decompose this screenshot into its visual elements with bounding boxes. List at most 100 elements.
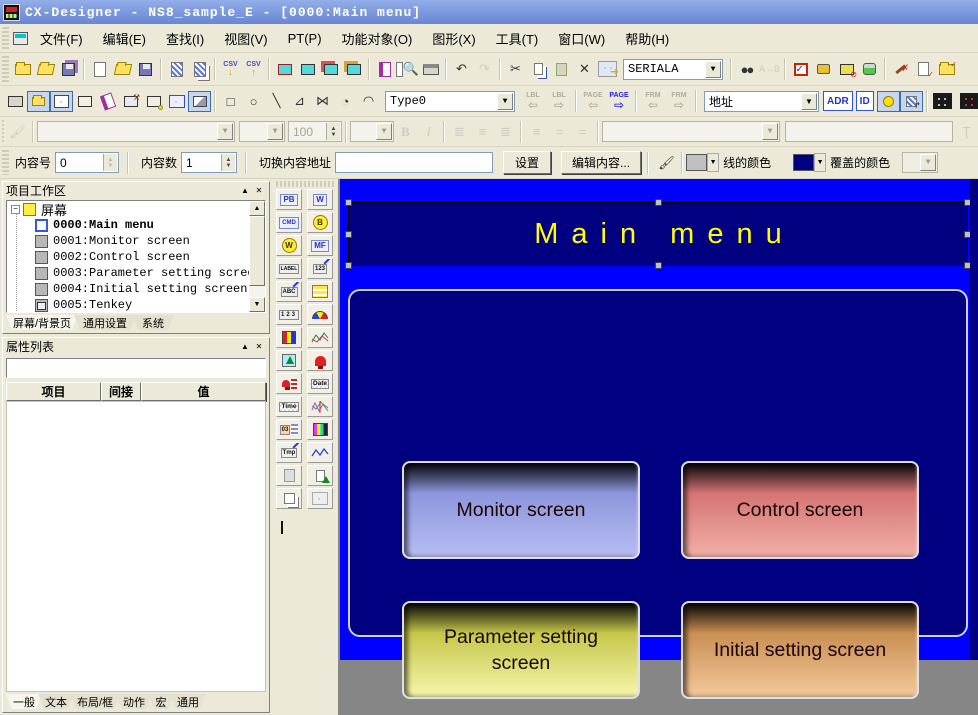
color-brush-icon[interactable]: 🖌 (655, 152, 678, 173)
alarm-display-icon[interactable] (307, 350, 333, 371)
align-left-icon[interactable]: ≣ (448, 121, 471, 142)
zoom-spinner[interactable]: 100▲▼ (288, 121, 342, 142)
menubar-grip[interactable] (2, 27, 9, 49)
copy-icon[interactable] (527, 59, 550, 80)
format-brush-icon[interactable]: 🖌 (6, 121, 29, 142)
font-color-combo[interactable]: ▼ (350, 121, 394, 142)
cut-icon[interactable]: ✂ (504, 59, 527, 80)
menu-help[interactable]: 帮助(H) (615, 26, 679, 51)
tab-system[interactable]: 系统 (132, 315, 174, 330)
object-toolbar-grip[interactable] (276, 181, 334, 187)
tab-screens[interactable]: 屏幕/背景页 (6, 315, 78, 330)
library-icon[interactable] (373, 59, 396, 80)
selection-handle[interactable] (345, 231, 352, 238)
column-value[interactable]: 值 (141, 382, 266, 401)
frame-next-icon[interactable]: FRM⇨ (666, 92, 692, 111)
transfer-to-pt-icon[interactable] (273, 59, 296, 80)
edit-background-icon[interactable] (188, 91, 211, 112)
print-preview-icon[interactable]: 🔍 (396, 59, 419, 80)
menu-panel[interactable]: Monitor screen Control screen Parameter … (348, 289, 968, 637)
numeral-display-icon[interactable]: 123 (307, 258, 333, 279)
import-icon[interactable] (165, 59, 188, 80)
property-object-box[interactable] (6, 358, 266, 378)
line-tool-icon[interactable]: ╲ (265, 91, 288, 112)
error-list-icon[interactable]: ⚒ (119, 91, 142, 112)
grid-display-icon[interactable] (931, 91, 954, 112)
content-no-spinner[interactable]: 0▲▼ (55, 152, 119, 173)
validate-icon[interactable]: ✓ (789, 59, 812, 80)
csv-import-icon[interactable]: CSV↑ (242, 59, 265, 80)
shape-type-combo[interactable]: Type0▼ (385, 91, 515, 112)
data-log-graph-icon[interactable] (307, 396, 333, 417)
toolbar-grip[interactable] (2, 56, 9, 82)
valign-top-icon[interactable]: ≡ (525, 121, 548, 142)
save-icon[interactable] (134, 59, 157, 80)
scroll-up-icon[interactable]: ▲ (249, 201, 265, 216)
cover-color-dropdown[interactable]: ▼ (814, 153, 826, 172)
tree-expander-icon[interactable]: − (11, 205, 20, 214)
report-object-icon[interactable] (276, 465, 302, 486)
control-screen-button[interactable]: Control screen (681, 461, 919, 559)
selection-handle[interactable] (655, 262, 662, 269)
arrange-icon[interactable]: ➜ (596, 59, 619, 80)
replace-icon[interactable]: A→B (758, 59, 781, 80)
new-screen-icon[interactable] (88, 59, 111, 80)
tab-common[interactable]: 通用 (170, 694, 206, 709)
show-address-button[interactable]: ADR (823, 91, 853, 111)
tree-screen-0004[interactable]: 0004:Initial setting screen (7, 281, 265, 297)
label-edit-box[interactable] (785, 121, 953, 142)
polyline-tool-icon[interactable]: ⊿ (288, 91, 311, 112)
mdi-child-icon[interactable] (13, 32, 28, 45)
tab-general[interactable]: 一般 (6, 694, 42, 709)
thumbwheel-icon[interactable]: 123 (276, 304, 302, 325)
menu-file[interactable]: 文件(F) (30, 26, 93, 51)
set-button[interactable]: 设置 (503, 151, 551, 174)
cover-color-swatch[interactable] (793, 154, 814, 171)
word-lamp-icon[interactable]: W (276, 235, 302, 256)
analog-meter-icon[interactable] (307, 304, 333, 325)
scroll-thumb[interactable] (249, 216, 265, 286)
line-color-dropdown[interactable]: ▼ (707, 153, 719, 172)
resource-report-icon[interactable] (858, 59, 881, 80)
page-prev-icon[interactable]: PAGE⇦ (580, 92, 606, 111)
frame-object-icon[interactable] (276, 488, 302, 509)
tab-common-settings[interactable]: 通用设置 (74, 315, 136, 330)
italic-icon[interactable]: I (417, 121, 440, 142)
disabled-color-combo[interactable]: ▼ (902, 152, 938, 173)
font-size-combo[interactable]: ▼ (239, 121, 285, 142)
selection-handle[interactable] (345, 199, 352, 206)
panel-close-icon[interactable]: ✕ (252, 340, 266, 352)
data-log-line-icon[interactable] (307, 442, 333, 463)
bitmap-icon[interactable] (276, 350, 302, 371)
menu-window[interactable]: 窗口(W) (548, 26, 615, 51)
table-object-icon[interactable] (307, 488, 333, 509)
valign-middle-icon[interactable]: = (548, 121, 571, 142)
save-all-icon[interactable] (57, 59, 80, 80)
rectangle-tool-icon[interactable]: □ (219, 91, 242, 112)
screen-editor-canvas[interactable]: Main menu Monitor screen Control screen … (338, 179, 978, 715)
toolbar-grip3[interactable] (2, 120, 4, 143)
property-list-toggle-icon[interactable] (50, 91, 73, 112)
transfer-card-icon[interactable] (342, 59, 365, 80)
tree-screen-0003[interactable]: 0003:Parameter setting screen (7, 265, 265, 281)
time-object-icon[interactable]: Time (276, 396, 302, 417)
switch-address-input[interactable] (335, 152, 493, 173)
delete-icon[interactable]: ✕ (573, 59, 596, 80)
undo-icon[interactable]: ↶ (450, 59, 473, 80)
label-next-icon[interactable]: LBL⇨ (546, 92, 572, 111)
grid-snap-icon[interactable] (958, 91, 978, 112)
tree-scrollbar[interactable]: ▲ ▼ (249, 201, 265, 312)
on-off-button-icon[interactable]: PB (276, 189, 302, 210)
word-button-icon[interactable]: W (307, 189, 333, 210)
sector-tool-icon[interactable]: ◔ (334, 91, 357, 112)
scroll-down-icon[interactable]: ▼ (249, 297, 265, 312)
check-folder-icon[interactable]: ✓ (935, 59, 958, 80)
label-text-combo[interactable]: ▼ (602, 121, 780, 142)
arc-tool-icon[interactable]: ◠ (357, 91, 380, 112)
panel-collapse-icon[interactable]: ▲ (238, 184, 252, 196)
polygon-tool-icon[interactable]: ⋈ (311, 91, 334, 112)
menu-find[interactable]: 查找(I) (156, 26, 214, 51)
menu-pt[interactable]: PT(P) (278, 28, 332, 49)
label-object-icon[interactable]: LABEL (276, 258, 302, 279)
toolbar-grip4[interactable] (2, 150, 9, 175)
